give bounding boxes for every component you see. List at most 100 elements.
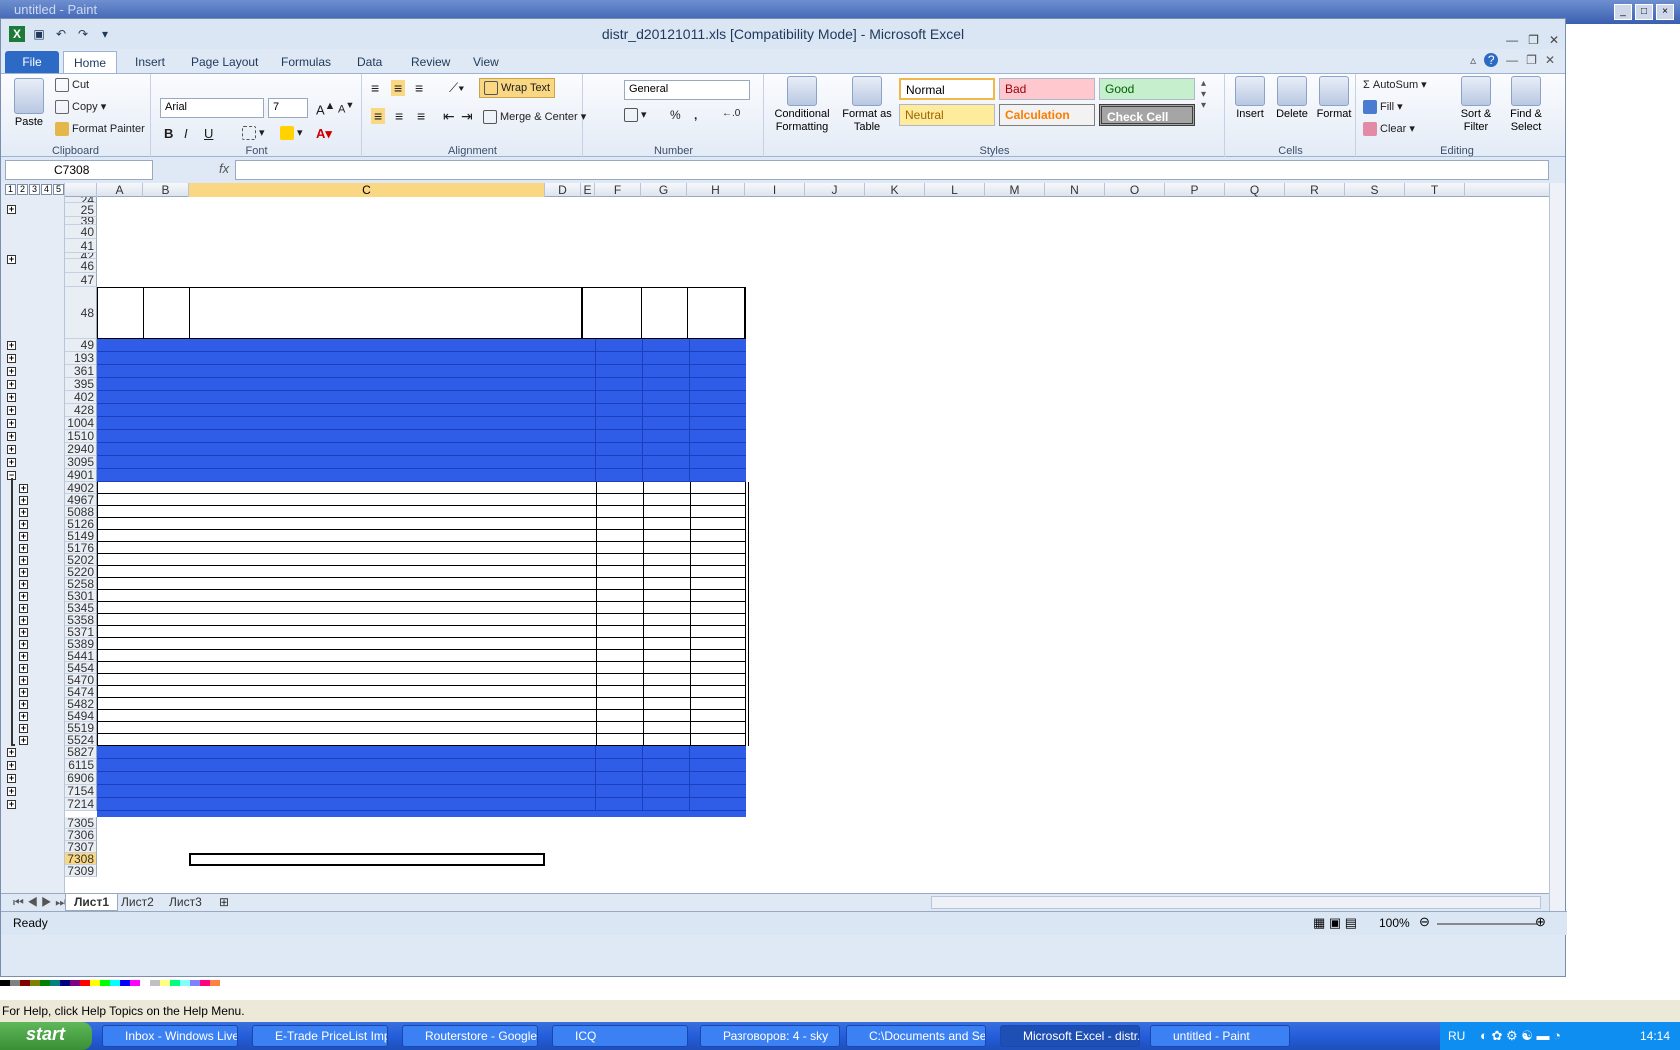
column-header[interactable]: L [925,183,985,197]
row-header[interactable]: 5441 [65,650,97,662]
increase-indent-button[interactable]: ⇥ [461,108,473,125]
row-header[interactable]: 5524 [65,734,97,746]
orientation-button[interactable]: ⟋▾ [449,80,464,96]
borders-button[interactable]: ▾ [242,126,265,141]
category-row[interactable] [97,352,746,365]
expand-group-button[interactable]: + [19,532,28,541]
palette-swatch[interactable] [150,980,160,986]
row-header[interactable]: 5358 [65,614,97,626]
palette-swatch[interactable] [120,980,130,986]
palette-swatch[interactable] [60,980,70,986]
row-header[interactable]: 5482 [65,698,97,710]
expand-group-button[interactable]: + [19,724,28,733]
cut-button[interactable]: Cut [55,78,89,92]
name-box[interactable]: C7308 [5,160,153,180]
worksheet-grid[interactable]: 12345 ABCDEFGHIJKLMNOPQRST 2425+39404142… [1,183,1549,893]
expand-group-button[interactable]: + [19,640,28,649]
align-right-button[interactable]: ≡ [417,108,425,124]
row-header[interactable]: 4967 [65,494,97,506]
expand-group-button[interactable]: + [19,688,28,697]
row-header[interactable]: 5126 [65,518,97,530]
subcategory-row[interactable] [97,674,749,686]
paint-minimize-button[interactable]: _ [1614,4,1632,20]
subcategory-row[interactable] [97,530,749,542]
expand-group-button[interactable]: + [19,700,28,709]
insert-cells-button[interactable]: Insert [1230,76,1270,121]
font-color-button[interactable]: A▾ [316,126,332,142]
row-header[interactable]: 5519 [65,722,97,734]
find-select-button[interactable]: Find & Select [1503,76,1549,134]
column-header[interactable]: P [1165,183,1225,197]
font-size-combo[interactable]: 7 [268,98,308,118]
expand-group-button[interactable]: + [7,445,16,454]
column-header[interactable]: M [985,183,1045,197]
tab-home[interactable]: Home [63,51,118,73]
corner-select-all[interactable] [65,183,97,197]
align-left-button[interactable]: ≡ [371,108,386,124]
comma-button[interactable]: , [694,108,697,122]
shrink-font-button[interactable]: A▼ [338,100,354,116]
column-header[interactable]: Q [1225,183,1285,197]
paint-maximize-button[interactable]: □ [1635,4,1653,20]
bottom-align-button[interactable]: ≡ [415,80,423,96]
expand-group-button[interactable]: + [19,736,28,745]
category-row[interactable] [97,759,746,772]
tab-formulas[interactable]: Formulas [271,51,341,73]
row-header[interactable]: 4901 [65,469,97,482]
doc-close-button[interactable]: ✕ [1545,53,1555,67]
category-row[interactable] [97,430,746,443]
row-header[interactable]: 5220 [65,566,97,578]
view-buttons[interactable]: ▦ ▣ ▤ [1313,915,1357,931]
fill-color-button[interactable]: ▾ [280,126,303,141]
column-header[interactable]: R [1285,183,1345,197]
palette-swatch[interactable] [0,980,10,986]
tab-file[interactable]: File [5,51,59,73]
sheet-tab-2[interactable]: Лист2 [113,894,162,911]
row-header[interactable]: 1004 [65,417,97,430]
expand-group-button[interactable]: + [19,496,28,505]
column-header[interactable]: A [97,183,143,197]
row-header[interactable]: 1510 [65,430,97,443]
grow-font-button[interactable]: A▲ [316,100,335,117]
wrap-text-button[interactable]: Wrap Text [479,78,556,98]
palette-swatch[interactable] [160,980,170,986]
format-as-table-button[interactable]: Format as Table [839,76,895,134]
column-header[interactable]: F [595,183,641,197]
row-header[interactable]: 41 [65,239,97,253]
column-header[interactable]: S [1345,183,1405,197]
expand-group-button[interactable]: + [7,393,16,402]
taskbar-task[interactable]: untitled - Paint [1150,1025,1290,1047]
start-button[interactable]: start [0,1022,92,1050]
bold-button[interactable]: B [164,126,173,141]
expand-group-button[interactable]: + [19,712,28,721]
outline-level-button[interactable]: 5 [53,184,64,195]
expand-group-button[interactable]: + [19,520,28,529]
currency-button[interactable]: ▾ [624,108,647,123]
row-header[interactable]: 5389 [65,638,97,650]
tab-page-layout[interactable]: Page Layout [181,51,268,73]
increase-decimal-button[interactable]: ←.0 [722,108,740,119]
category-row[interactable] [97,443,746,456]
undo-icon[interactable]: ↶ [53,26,69,42]
language-indicator[interactable]: RU [1448,1022,1465,1050]
horizontal-scrollbar[interactable] [931,896,1541,909]
center-button[interactable]: ≡ [395,108,403,124]
palette-swatch[interactable] [40,980,50,986]
column-header[interactable]: H [687,183,745,197]
row-header[interactable]: 5371 [65,626,97,638]
expand-group-button[interactable]: + [7,432,16,441]
expand-group-button[interactable]: + [19,484,28,493]
paste-button[interactable]: Paste [9,78,49,129]
subcategory-row[interactable] [97,566,749,578]
style-bad[interactable]: Bad [999,78,1095,100]
palette-swatch[interactable] [200,980,210,986]
number-format-combo[interactable]: General [624,80,750,100]
subcategory-row[interactable] [97,638,749,650]
row-header[interactable]: 47 [65,273,97,287]
row-header[interactable]: 7309 [65,865,97,877]
tray-icons[interactable]: ◐ ✿ ⚙ ☯ ▬ ◔ [1480,1022,1561,1050]
subcategory-row[interactable] [97,590,749,602]
expand-group-button[interactable]: + [19,556,28,565]
palette-swatch[interactable] [140,980,150,986]
palette-swatch[interactable] [50,980,60,986]
